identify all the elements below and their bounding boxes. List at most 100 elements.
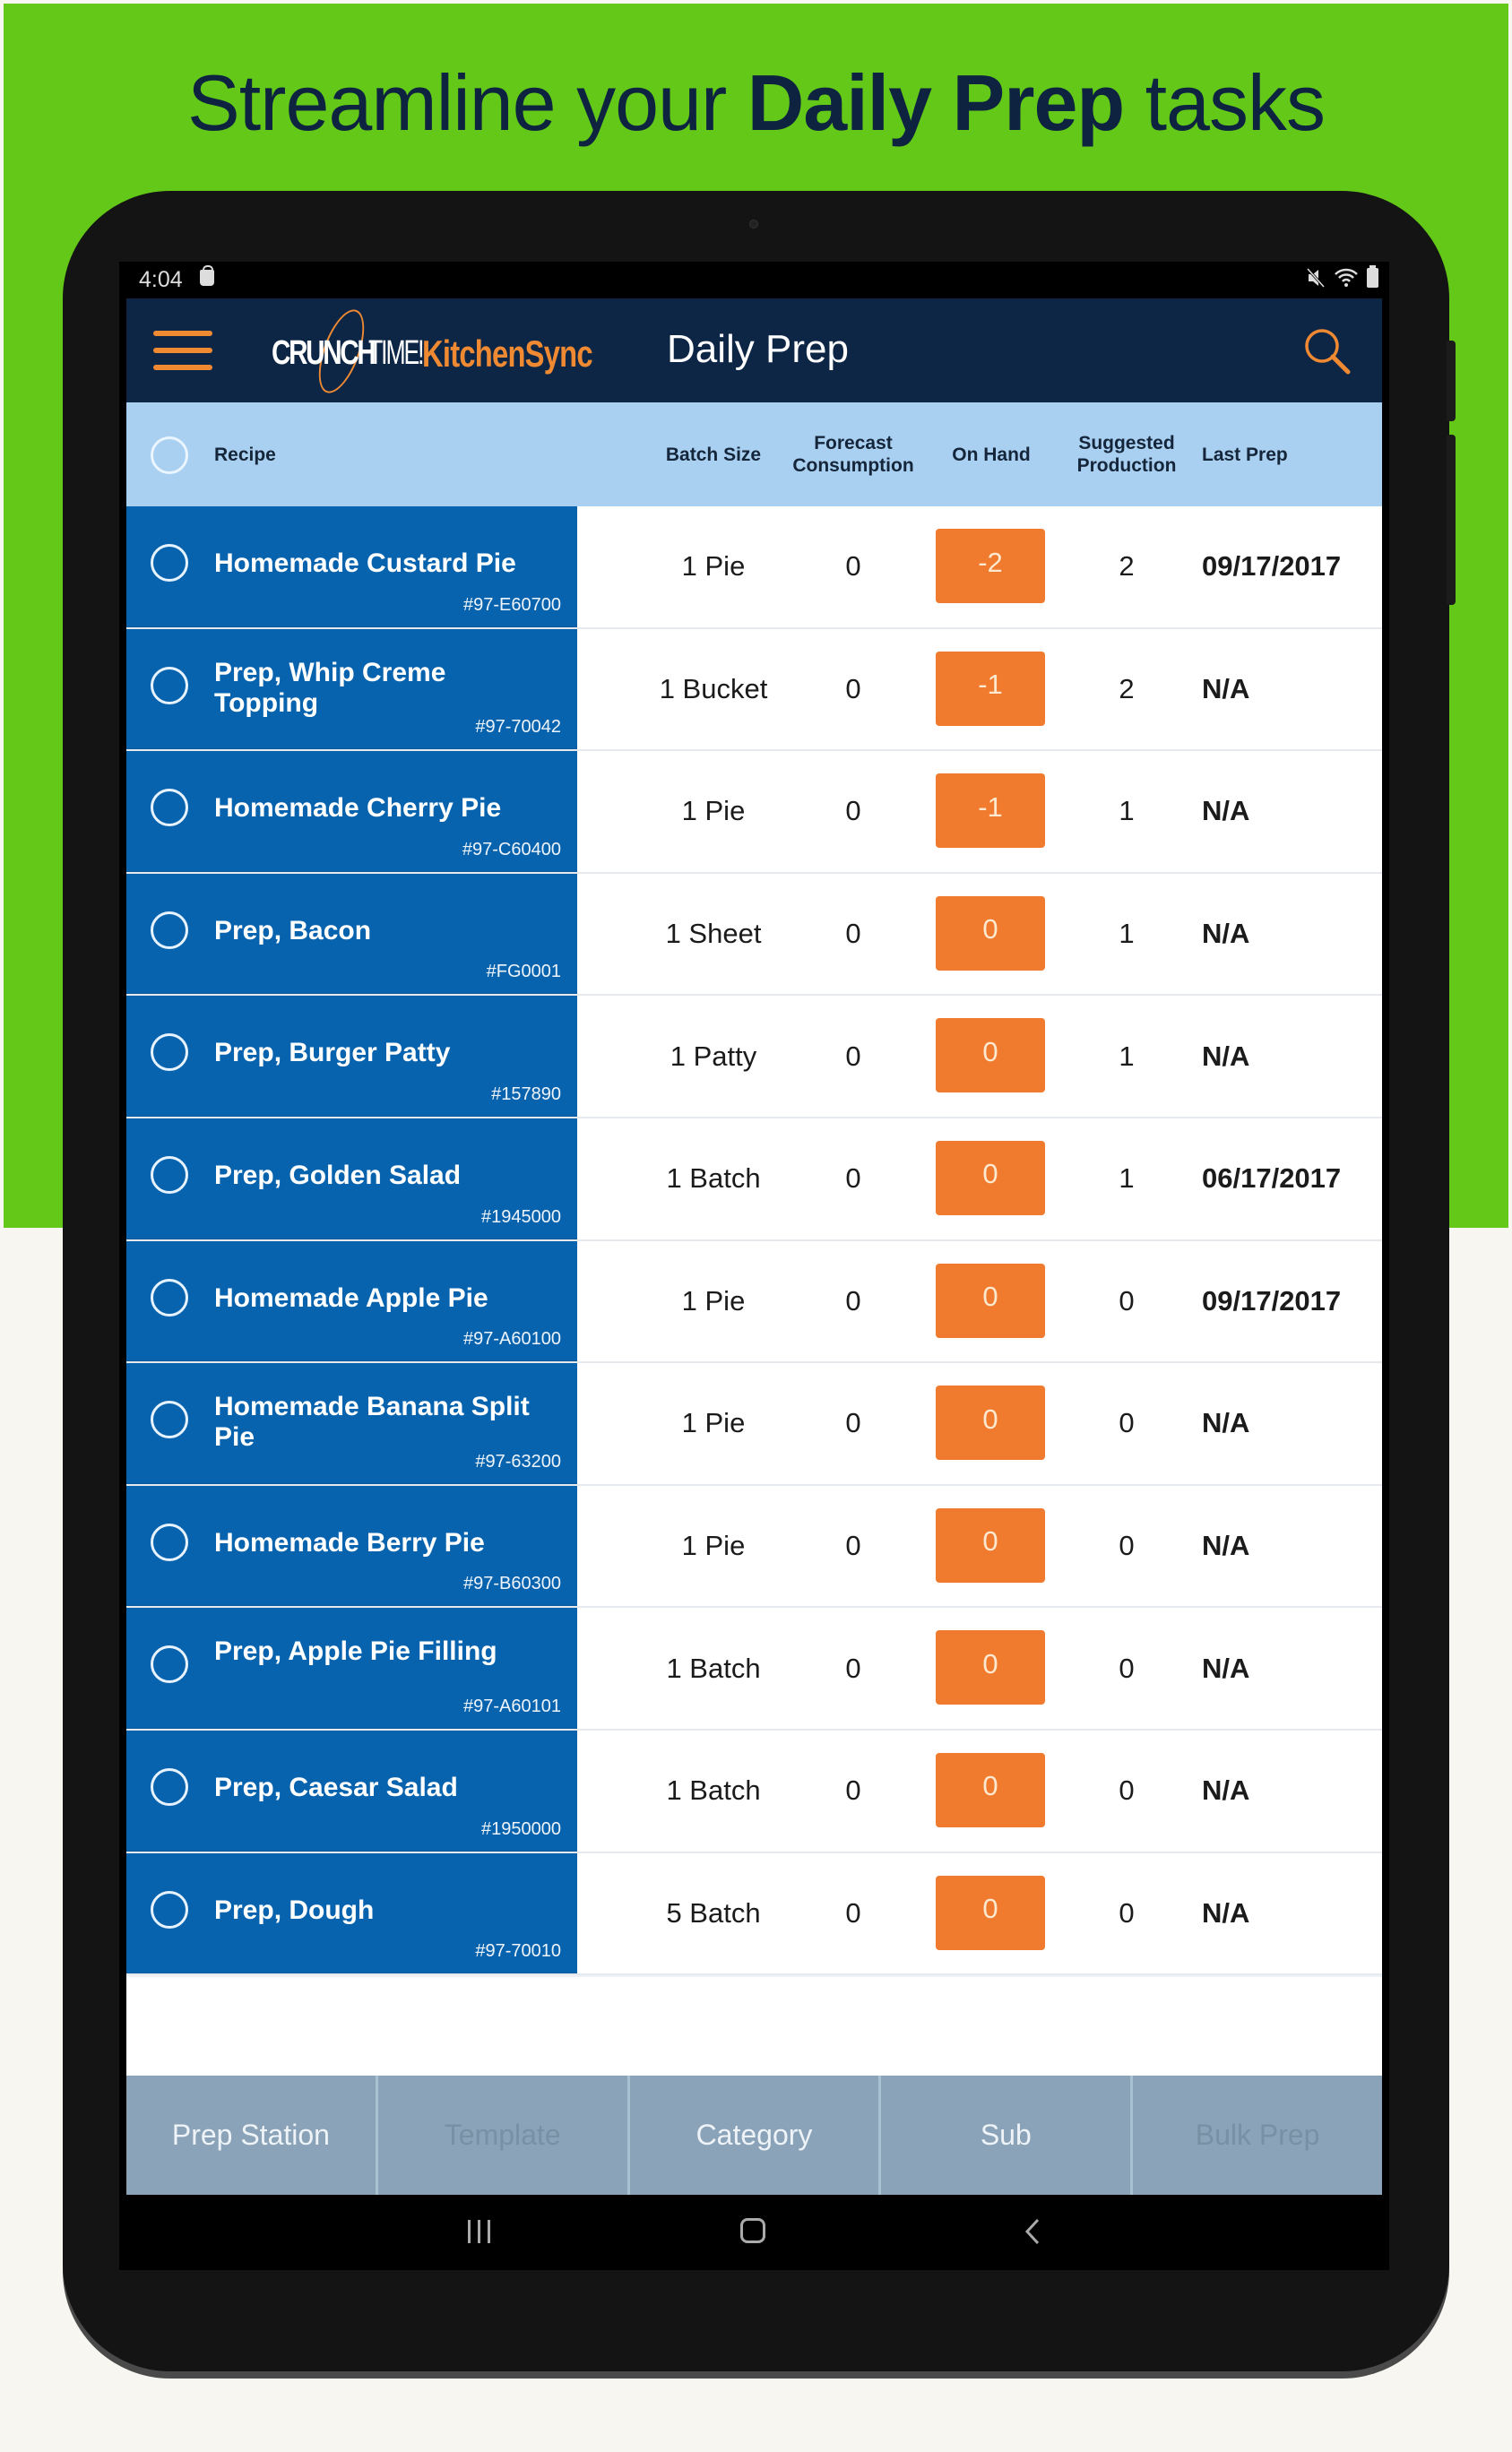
table-row[interactable]: Prep, Golden Salad #1945000 1 Batch 0 0 … bbox=[126, 1118, 1382, 1241]
search-icon[interactable] bbox=[1301, 325, 1352, 376]
tab-bulk-prep[interactable]: Bulk Prep bbox=[1133, 2076, 1382, 2195]
recipe-cell[interactable]: Homemade Berry Pie #97-B60300 bbox=[126, 1485, 577, 1607]
select-all-radio[interactable] bbox=[151, 436, 188, 474]
recipe-cell[interactable]: Homemade Cherry Pie #97-C60400 bbox=[126, 751, 577, 872]
recipe-cell[interactable]: Prep, Bacon #FG0001 bbox=[126, 873, 577, 995]
column-suggested-line2: Production bbox=[1076, 455, 1177, 476]
on-hand-button[interactable]: -1 bbox=[936, 773, 1045, 849]
row-select-radio[interactable] bbox=[151, 666, 188, 704]
forecast-consumption: 0 bbox=[845, 1284, 861, 1317]
tab-sub[interactable]: Sub bbox=[881, 2076, 1134, 2195]
table-row[interactable]: Prep, Dough #97-70010 5 Batch 0 0 0 N/A bbox=[126, 1852, 1382, 1976]
recipe-name: Homemade Banana Split Pie bbox=[214, 1392, 530, 1453]
recipe-name: Homemade Apple Pie bbox=[214, 1282, 488, 1313]
column-on-hand[interactable]: On Hand bbox=[924, 444, 1058, 466]
last-prep-date: N/A bbox=[1202, 1530, 1250, 1562]
table-row[interactable]: Prep, Whip Creme Topping #97-70042 1 Buc… bbox=[126, 628, 1382, 752]
row-select-radio[interactable] bbox=[151, 1645, 188, 1684]
table-row[interactable]: Homemade Banana Split Pie #97-63200 1 Pi… bbox=[126, 1363, 1382, 1486]
last-prep-date: N/A bbox=[1202, 1774, 1250, 1807]
bottom-tab-bar: Prep Station Template Category Sub Bulk Prep bbox=[126, 2076, 1382, 2195]
on-hand-button[interactable]: 0 bbox=[936, 1752, 1045, 1827]
tab-prep-station[interactable]: Prep Station bbox=[126, 2076, 378, 2195]
tab-template[interactable]: Template bbox=[378, 2076, 630, 2195]
batch-size: 1 Batch bbox=[666, 1774, 761, 1807]
shopping-bag-icon bbox=[200, 265, 214, 286]
suggested-production: 0 bbox=[1119, 1407, 1135, 1439]
back-icon[interactable] bbox=[1020, 2216, 1047, 2247]
column-forecast-consumption[interactable]: Forecast Consumption bbox=[786, 432, 920, 477]
table-row[interactable]: Prep, Bacon #FG0001 1 Sheet 0 0 1 N/A bbox=[126, 873, 1382, 997]
table-row[interactable]: Homemade Custard Pie #97-E60700 1 Pie 0 … bbox=[126, 506, 1382, 629]
on-hand-button[interactable]: 0 bbox=[936, 1507, 1045, 1583]
hamburger-menu-icon[interactable] bbox=[153, 331, 212, 370]
on-hand-button[interactable]: -1 bbox=[936, 651, 1045, 726]
batch-size: 1 Sheet bbox=[665, 918, 762, 950]
page-title: Daily Prep bbox=[667, 327, 849, 371]
on-hand-button[interactable]: 0 bbox=[936, 1386, 1045, 1461]
table-row[interactable]: Prep, Burger Patty #157890 1 Patty 0 0 1… bbox=[126, 996, 1382, 1118]
headline-suffix: tasks bbox=[1124, 58, 1326, 147]
batch-size: 1 Batch bbox=[666, 1162, 761, 1195]
batch-size: 1 Bucket bbox=[659, 672, 768, 704]
recipe-cell[interactable]: Prep, Apple Pie Filling #97-A60101 bbox=[126, 1608, 577, 1729]
recipe-cell[interactable]: Homemade Banana Split Pie #97-63200 bbox=[126, 1363, 577, 1484]
home-icon[interactable] bbox=[740, 2218, 765, 2243]
last-prep-date: N/A bbox=[1202, 672, 1250, 704]
row-select-radio[interactable] bbox=[151, 789, 188, 827]
power-button bbox=[1447, 435, 1456, 605]
recipe-cell[interactable]: Prep, Dough #97-70010 bbox=[126, 1852, 577, 1974]
recipe-name: Homemade Berry Pie bbox=[214, 1527, 485, 1558]
row-select-radio[interactable] bbox=[151, 1033, 188, 1072]
table-row[interactable]: Homemade Berry Pie #97-B60300 1 Pie 0 0 … bbox=[126, 1485, 1382, 1609]
recipe-cell[interactable]: Homemade Custard Pie #97-E60700 bbox=[126, 506, 577, 627]
row-select-radio[interactable] bbox=[151, 1401, 188, 1439]
on-hand-button[interactable]: 0 bbox=[936, 1018, 1045, 1093]
app-bar: CRUNCH TIME! KitchenSync Daily Prep bbox=[126, 298, 1382, 402]
suggested-production: 1 bbox=[1119, 795, 1135, 827]
row-select-radio[interactable] bbox=[151, 1523, 188, 1561]
batch-size: 1 Pie bbox=[681, 1407, 746, 1439]
recipe-cell[interactable]: Prep, Golden Salad #1945000 bbox=[126, 1118, 577, 1239]
recipe-cell[interactable]: Prep, Caesar Salad #1950000 bbox=[126, 1730, 577, 1852]
on-hand-button[interactable]: 0 bbox=[936, 1875, 1045, 1950]
table-row[interactable]: Prep, Caesar Salad #1950000 1 Batch 0 0 … bbox=[126, 1730, 1382, 1853]
recipe-name: Prep, Apple Pie Filling bbox=[214, 1636, 497, 1667]
list-empty-space bbox=[126, 1975, 1382, 2076]
recipe-id: #97-A60100 bbox=[463, 1329, 561, 1350]
recipe-name: Prep, Whip Creme Topping bbox=[214, 657, 446, 718]
on-hand-button[interactable]: 0 bbox=[936, 1140, 1045, 1215]
row-select-radio[interactable] bbox=[151, 1155, 188, 1194]
recipe-cell[interactable]: Homemade Apple Pie #97-A60100 bbox=[126, 1240, 577, 1362]
forecast-consumption: 0 bbox=[845, 1652, 861, 1684]
table-row[interactable]: Prep, Apple Pie Filling #97-A60101 1 Bat… bbox=[126, 1608, 1382, 1731]
forecast-consumption: 0 bbox=[845, 1774, 861, 1807]
table-row[interactable]: Homemade Apple Pie #97-A60100 1 Pie 0 0 … bbox=[126, 1240, 1382, 1364]
recipe-cell[interactable]: Prep, Burger Patty #157890 bbox=[126, 996, 577, 1117]
column-last-prep[interactable]: Last Prep bbox=[1202, 444, 1288, 466]
row-select-radio[interactable] bbox=[151, 1890, 188, 1929]
batch-size: 1 Pie bbox=[681, 795, 746, 827]
recipe-name: Prep, Bacon bbox=[214, 915, 372, 945]
recipe-name: Prep, Dough bbox=[214, 1895, 375, 1925]
on-hand-button[interactable]: 0 bbox=[936, 895, 1045, 971]
logo-kitchensync: KitchenSync bbox=[422, 332, 593, 375]
suggested-production: 2 bbox=[1119, 550, 1135, 583]
column-recipe[interactable]: Recipe bbox=[214, 444, 276, 466]
column-batch-size[interactable]: Batch Size bbox=[646, 444, 781, 466]
row-select-radio[interactable] bbox=[151, 1278, 188, 1317]
row-select-radio[interactable] bbox=[151, 544, 188, 582]
app-window: CRUNCH TIME! KitchenSync Daily Prep Reci… bbox=[126, 298, 1382, 2076]
on-hand-button[interactable]: 0 bbox=[936, 1263, 1045, 1338]
tab-category[interactable]: Category bbox=[630, 2076, 882, 2195]
on-hand-button[interactable]: -2 bbox=[936, 529, 1045, 603]
recipe-cell[interactable]: Prep, Whip Creme Topping #97-70042 bbox=[126, 628, 577, 750]
row-select-radio[interactable] bbox=[151, 1767, 188, 1806]
table-row[interactable]: Homemade Cherry Pie #97-C60400 1 Pie 0 -… bbox=[126, 751, 1382, 874]
recipe-id: #1945000 bbox=[481, 1206, 561, 1227]
suggested-production: 0 bbox=[1119, 1896, 1135, 1929]
recent-apps-icon[interactable] bbox=[466, 2220, 493, 2243]
row-select-radio[interactable] bbox=[151, 911, 188, 949]
on-hand-button[interactable]: 0 bbox=[936, 1630, 1045, 1705]
column-suggested-production[interactable]: Suggested Production bbox=[1055, 432, 1198, 477]
